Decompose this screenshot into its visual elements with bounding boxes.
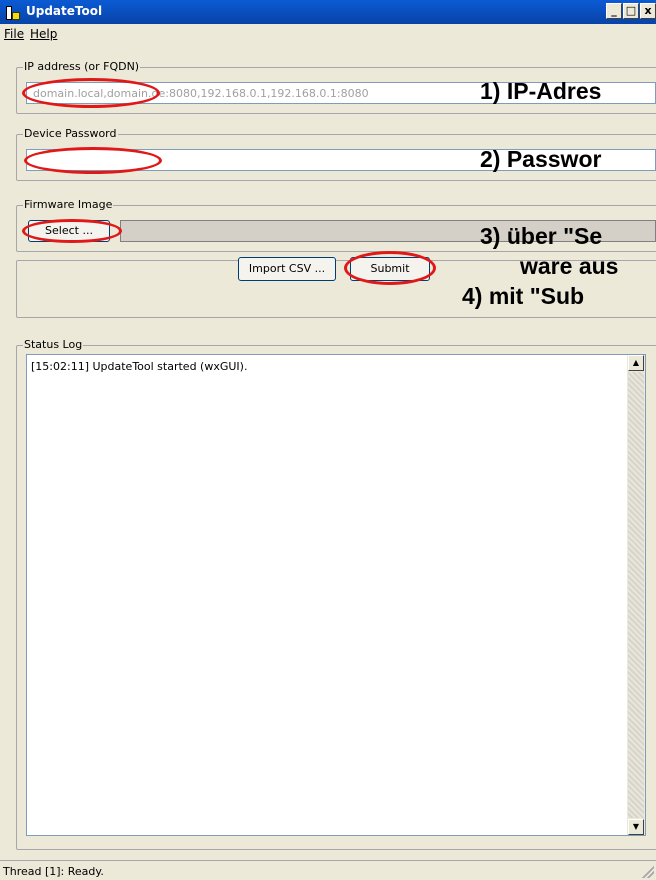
annotation-step2: 2) Passwor — [480, 146, 602, 172]
status-log-textarea[interactable]: [15:02:11] UpdateTool started (wxGUI). ▲… — [26, 354, 646, 836]
minimize-button[interactable]: _ — [606, 3, 622, 19]
annotation-step4: 4) mit "Sub — [462, 283, 585, 309]
app-icon — [6, 4, 20, 20]
scroll-up-icon[interactable]: ▲ — [628, 355, 644, 371]
close-button[interactable]: x — [640, 3, 656, 19]
firmware-image-group-label: Firmware Image — [23, 198, 114, 211]
scroll-down-icon[interactable]: ▼ — [628, 819, 644, 835]
annotation-step3a: 3) über "Se — [480, 223, 603, 249]
resize-grip-icon[interactable] — [642, 866, 654, 878]
ip-address-placeholder: domain.local,domain.de:8080,192.168.0.1,… — [33, 87, 369, 100]
status-bar: Thread [1]: Ready. — [0, 860, 656, 880]
annotation-step3b: ware aus — [520, 253, 619, 279]
title-bar[interactable]: UpdateTool _ □ x — [0, 0, 656, 24]
window-title: UpdateTool — [26, 4, 103, 18]
device-password-group-label: Device Password — [23, 127, 118, 140]
scroll-track[interactable] — [628, 372, 644, 818]
menu-help-label: Help — [30, 27, 58, 41]
log-line: [15:02:11] UpdateTool started (wxGUI). — [31, 360, 248, 373]
select-firmware-button[interactable]: Select ... — [28, 220, 110, 242]
menu-bar: File Help — [0, 24, 656, 42]
log-scrollbar[interactable]: ▲ ▼ — [627, 355, 645, 835]
annotation-step1: 1) IP-Adres — [480, 78, 602, 104]
ip-address-group-label: IP address (or FQDN) — [23, 60, 141, 73]
menu-file[interactable]: File — [4, 27, 24, 41]
status-log-group-label: Status Log — [23, 338, 84, 351]
status-text: Thread [1]: Ready. — [3, 865, 104, 878]
window-controls: _ □ x — [606, 3, 656, 19]
submit-button[interactable]: Submit — [350, 257, 430, 281]
menu-file-label: File — [4, 27, 25, 41]
menu-help[interactable]: Help — [30, 27, 57, 41]
update-tool-window: UpdateTool _ □ x File Help IP address (o… — [0, 0, 656, 880]
import-csv-button[interactable]: Import CSV ... — [238, 257, 336, 281]
maximize-button[interactable]: □ — [623, 3, 639, 19]
